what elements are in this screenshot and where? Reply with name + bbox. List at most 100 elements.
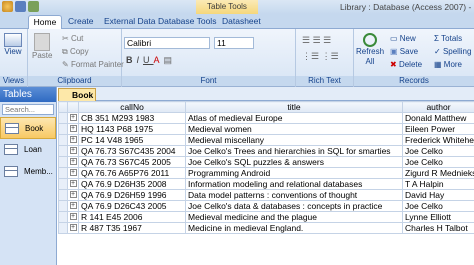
tab-home[interactable]: Home	[28, 15, 62, 30]
cell-callno[interactable]: QA 76.73 S67C45 2005	[78, 156, 186, 168]
expand-plus-icon[interactable]: +	[69, 202, 77, 209]
nav-item-loan[interactable]: Loan	[0, 139, 56, 161]
expand-plus-icon[interactable]: +	[69, 158, 77, 165]
office-button-icon[interactable]	[2, 1, 13, 12]
table-row[interactable]: + CB 351 M293 1983 Atlas of medieval Europ…	[58, 112, 474, 124]
column-header-author[interactable]: author	[402, 101, 474, 113]
table-row[interactable]: + QA 76.9 D26H35 2008 Information modeling…	[58, 178, 474, 190]
cell-callno[interactable]: CB 351 M293 1983	[78, 112, 186, 124]
expand-plus-icon[interactable]: +	[69, 191, 77, 198]
row-selector[interactable]	[58, 178, 68, 190]
cell-title[interactable]: Data model patterns : conventions of tho…	[185, 189, 403, 201]
row-selector[interactable]	[58, 156, 68, 168]
table-row[interactable]: + QA 76.73 S67C45 2005 Joe Celko's SQL puz…	[58, 156, 474, 168]
table-row[interactable]: + PC 14 V48 1965 Medieval miscellany Freder…	[58, 134, 474, 146]
align-buttons[interactable]: ☰ ☰ ☰	[302, 35, 331, 45]
cell-author[interactable]: David Hay	[402, 189, 474, 201]
row-expand-cell[interactable]: +	[67, 189, 79, 201]
row-selector[interactable]	[58, 200, 68, 212]
tab-datasheet[interactable]: Datasheet	[218, 15, 265, 29]
row-expand-cell[interactable]: +	[67, 134, 79, 146]
expand-plus-icon[interactable]: +	[69, 180, 77, 187]
nav-item-book[interactable]: Book	[0, 117, 56, 139]
cell-title[interactable]: Programming Android	[185, 167, 403, 179]
tab-database-tools[interactable]: Database Tools	[154, 15, 220, 29]
cell-callno[interactable]: HQ 1143 P68 1975	[78, 123, 186, 135]
new-record-button[interactable]: ▭ New	[390, 34, 416, 44]
cell-author[interactable]: Joe Celko	[402, 200, 474, 212]
row-expand-cell[interactable]: +	[67, 167, 79, 179]
row-selector[interactable]	[58, 167, 68, 179]
row-selector[interactable]	[58, 211, 68, 223]
list-buttons[interactable]: ⋮☰ ⋮☰	[302, 51, 339, 61]
nav-search-input[interactable]: Search...	[2, 104, 54, 115]
cell-author[interactable]: Joe Celko	[402, 145, 474, 157]
paste-button[interactable]: Paste	[32, 33, 52, 61]
column-header-title[interactable]: title	[185, 101, 403, 113]
cell-author[interactable]: Donald Matthew	[402, 112, 474, 124]
copy-button[interactable]: ⧉ Copy	[62, 47, 89, 57]
row-selector[interactable]	[58, 189, 68, 201]
expand-plus-icon[interactable]: +	[69, 136, 77, 143]
table-row[interactable]: + QA 76.73 S67C435 2004 Joe Celko's Trees …	[58, 145, 474, 157]
cell-title[interactable]: Medieval women	[185, 123, 403, 135]
cell-callno[interactable]: R 487 T35 1967	[78, 222, 186, 234]
cell-author[interactable]: T A Halpin	[402, 178, 474, 190]
view-button[interactable]: View	[4, 33, 22, 57]
highlight-icon[interactable]: ▤	[164, 55, 177, 65]
format-painter-button[interactable]: ✎ Format Painter	[62, 60, 124, 70]
totals-button[interactable]: Σ Totals	[434, 34, 462, 44]
cell-title[interactable]: Information modeling and relational data…	[185, 178, 403, 190]
expand-plus-icon[interactable]: +	[69, 224, 77, 231]
expand-plus-icon[interactable]: +	[69, 169, 77, 176]
cut-button[interactable]: ✂ Cut	[62, 34, 83, 44]
save-record-button[interactable]: ▣ Save	[390, 47, 418, 57]
cell-author[interactable]: Joe Celko	[402, 156, 474, 168]
tab-create[interactable]: Create	[64, 15, 98, 29]
font-size-select[interactable]: 11	[214, 37, 254, 49]
table-row[interactable]: + QA 76.76 A65P76 2011 Programming Android…	[58, 167, 474, 179]
cell-callno[interactable]: R 141 E45 2006	[78, 211, 186, 223]
select-all-cell[interactable]	[58, 101, 68, 113]
row-expand-cell[interactable]: +	[67, 211, 79, 223]
more-button[interactable]: ▦ More	[434, 60, 462, 70]
bold-button[interactable]: B	[126, 55, 137, 65]
table-row[interactable]: + QA 76.9 D26H59 1996 Data model patterns …	[58, 189, 474, 201]
save-icon[interactable]	[15, 1, 26, 12]
refresh-all-button[interactable]: Refresh All	[356, 33, 384, 67]
row-expand-cell[interactable]: +	[67, 112, 79, 124]
expand-plus-icon[interactable]: +	[69, 147, 77, 154]
delete-record-button[interactable]: ✖ Delete	[390, 60, 422, 70]
row-selector[interactable]	[58, 145, 68, 157]
row-expand-cell[interactable]: +	[67, 178, 79, 190]
document-tab-book[interactable]: Book	[58, 88, 96, 101]
table-row[interactable]: + QA 76.9 D26C43 2005 Joe Celko's data & d…	[58, 200, 474, 212]
cell-callno[interactable]: PC 14 V48 1965	[78, 134, 186, 146]
spelling-button[interactable]: ✓ Spelling	[434, 47, 471, 57]
expand-plus-icon[interactable]: +	[69, 213, 77, 220]
cell-author[interactable]: Lynne Elliott	[402, 211, 474, 223]
cell-title[interactable]: Joe Celko's data & databases : concepts …	[185, 200, 403, 212]
nav-pane-header[interactable]: Tables	[0, 87, 56, 102]
cell-title[interactable]: Joe Celko's SQL puzzles & answers	[185, 156, 403, 168]
cell-callno[interactable]: QA 76.76 A65P76 2011	[78, 167, 186, 179]
cell-author[interactable]: Zigurd R Mednieks	[402, 167, 474, 179]
cell-title[interactable]: Medicine in medieval England.	[185, 222, 403, 234]
row-expand-cell[interactable]: +	[67, 200, 79, 212]
expand-plus-icon[interactable]: +	[69, 114, 77, 121]
cell-callno[interactable]: QA 76.9 D26H35 2008	[78, 178, 186, 190]
undo-icon[interactable]	[28, 1, 39, 12]
row-selector[interactable]	[58, 222, 68, 234]
cell-callno[interactable]: QA 76.9 D26H59 1996	[78, 189, 186, 201]
row-expand-cell[interactable]: +	[67, 222, 79, 234]
cell-author[interactable]: Charles H Talbot	[402, 222, 474, 234]
row-selector[interactable]	[58, 112, 68, 124]
cell-title[interactable]: Medieval miscellany	[185, 134, 403, 146]
cell-author[interactable]: Eileen Power	[402, 123, 474, 135]
table-row[interactable]: + R 487 T35 1967 Medicine in medieval Engl…	[58, 222, 474, 234]
column-header-callno[interactable]: callNo	[78, 101, 186, 113]
cell-callno[interactable]: QA 76.9 D26C43 2005	[78, 200, 186, 212]
row-selector[interactable]	[58, 134, 68, 146]
font-color-icon[interactable]: A	[154, 55, 164, 65]
table-row[interactable]: + HQ 1143 P68 1975 Medieval women Eileen Po…	[58, 123, 474, 135]
